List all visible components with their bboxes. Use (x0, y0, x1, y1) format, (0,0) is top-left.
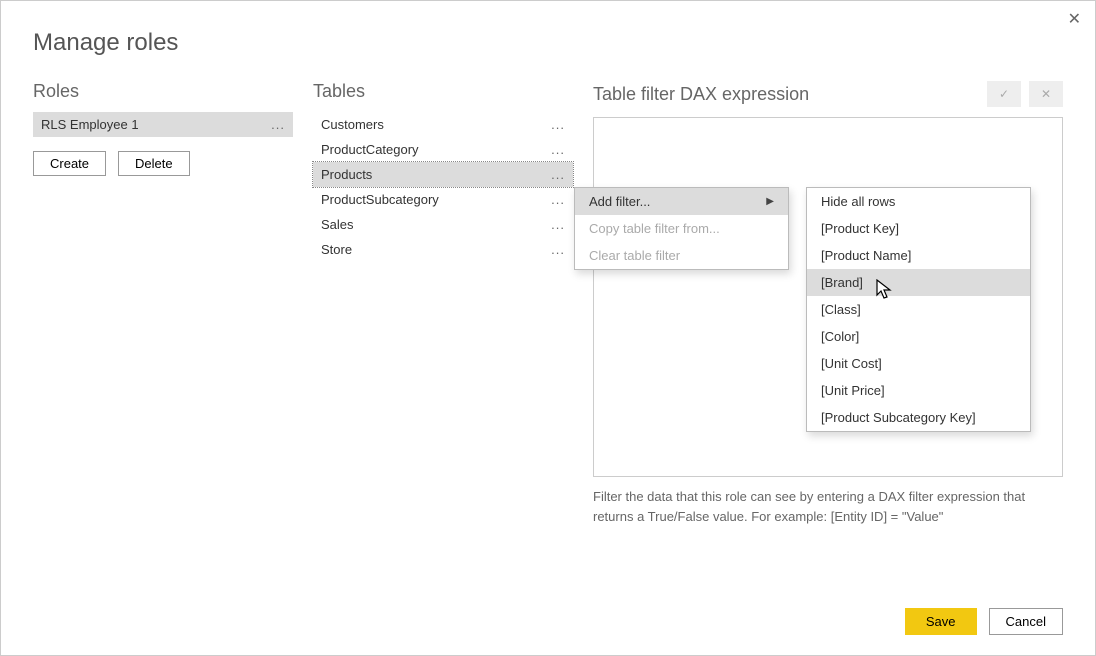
table-item-menu-icon[interactable]: ... (551, 192, 565, 207)
chevron-right-icon: ▶ (766, 196, 774, 207)
ctx-hide-all-rows[interactable]: Hide all rows (807, 188, 1030, 215)
table-item-menu-icon[interactable]: ... (551, 142, 565, 157)
table-item-label: Store (321, 242, 352, 257)
dax-cancel-button[interactable]: ✕ (1029, 81, 1063, 107)
ctx-col-product-subcategory-key[interactable]: [Product Subcategory Key] (807, 404, 1030, 431)
table-item-sales[interactable]: Sales ... (313, 212, 573, 237)
table-item-productsubcategory[interactable]: ProductSubcategory ... (313, 187, 573, 212)
ctx-col-product-key[interactable]: [Product Key] (807, 215, 1030, 242)
add-filter-submenu: Hide all rows [Product Key] [Product Nam… (806, 187, 1031, 432)
ctx-col-unit-price[interactable]: [Unit Price] (807, 377, 1030, 404)
ctx-item-label: [Unit Price] (821, 383, 885, 398)
close-dialog-button[interactable]: ✕ (1068, 9, 1081, 29)
check-icon: ✓ (999, 87, 1009, 101)
table-item-label: ProductSubcategory (321, 192, 439, 207)
table-context-menu: Add filter... ▶ Copy table filter from..… (574, 187, 789, 270)
tables-header: Tables (313, 81, 573, 102)
ctx-col-unit-cost[interactable]: [Unit Cost] (807, 350, 1030, 377)
ctx-item-label: [Product Key] (821, 221, 899, 236)
ctx-item-label: [Product Subcategory Key] (821, 410, 976, 425)
table-item-label: Products (321, 167, 372, 182)
ctx-col-product-name[interactable]: [Product Name] (807, 242, 1030, 269)
ctx-col-color[interactable]: [Color] (807, 323, 1030, 350)
role-item-menu-icon[interactable]: ... (271, 117, 285, 132)
role-item[interactable]: RLS Employee 1 ... (33, 112, 293, 137)
table-item-label: Sales (321, 217, 354, 232)
table-item-menu-icon[interactable]: ... (551, 167, 565, 182)
ctx-item-label: [Brand] (821, 275, 863, 290)
table-item-label: Customers (321, 117, 384, 132)
ctx-clear-filter: Clear table filter (575, 242, 788, 269)
create-role-button[interactable]: Create (33, 151, 106, 176)
ctx-col-brand[interactable]: [Brand] (807, 269, 1030, 296)
table-item-label: ProductCategory (321, 142, 419, 157)
dax-confirm-button[interactable]: ✓ (987, 81, 1021, 107)
ctx-col-class[interactable]: [Class] (807, 296, 1030, 323)
table-item-store[interactable]: Store ... (313, 237, 573, 262)
delete-role-button[interactable]: Delete (118, 151, 190, 176)
ctx-item-label: Hide all rows (821, 194, 895, 209)
table-item-productcategory[interactable]: ProductCategory ... (313, 137, 573, 162)
ctx-item-label: Clear table filter (589, 248, 680, 263)
table-item-menu-icon[interactable]: ... (551, 217, 565, 232)
dax-hint-text: Filter the data that this role can see b… (593, 487, 1063, 526)
ctx-item-label: [Unit Cost] (821, 356, 882, 371)
ctx-item-label: Add filter... (589, 194, 650, 209)
ctx-add-filter[interactable]: Add filter... ▶ (575, 188, 788, 215)
save-button[interactable]: Save (905, 608, 977, 635)
ctx-item-label: [Color] (821, 329, 859, 344)
dialog-title: Manage roles (1, 1, 1095, 57)
cancel-button[interactable]: Cancel (989, 608, 1063, 635)
ctx-copy-filter: Copy table filter from... (575, 215, 788, 242)
role-item-label: RLS Employee 1 (41, 117, 139, 132)
x-icon: ✕ (1041, 87, 1051, 101)
roles-header: Roles (33, 81, 293, 102)
table-item-customers[interactable]: Customers ... (313, 112, 573, 137)
dax-header: Table filter DAX expression (593, 84, 809, 105)
table-item-products[interactable]: Products ... (313, 162, 573, 187)
ctx-item-label: [Product Name] (821, 248, 911, 263)
ctx-item-label: [Class] (821, 302, 861, 317)
ctx-item-label: Copy table filter from... (589, 221, 720, 236)
table-item-menu-icon[interactable]: ... (551, 242, 565, 257)
table-item-menu-icon[interactable]: ... (551, 117, 565, 132)
